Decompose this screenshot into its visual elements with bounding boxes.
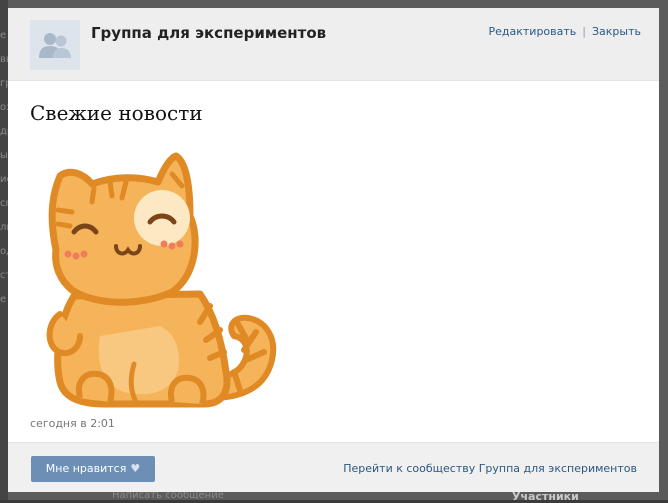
go-to-community-link[interactable]: Перейти к сообществу Группа для эксперим… [343, 462, 637, 475]
bg-text-fragment: ы [0, 150, 8, 161]
like-button-label: Мне нравится [45, 462, 127, 475]
bg-text-fragment: е [0, 30, 7, 41]
post-title: Свежие новости [30, 101, 203, 125]
close-link[interactable]: Закрыть [592, 25, 641, 38]
modal-header: Группа для экспериментов Редактировать | З… [8, 8, 659, 81]
group-avatar-icon [30, 20, 80, 70]
group-name[interactable]: Группа для экспериментов [91, 24, 326, 42]
group-avatar[interactable] [30, 20, 80, 70]
like-button[interactable]: Мне нравится ♥ [31, 456, 155, 482]
cat-sticker-image [34, 146, 290, 408]
header-separator: | [582, 25, 586, 38]
post-modal: Группа для экспериментов Редактировать | З… [8, 8, 659, 492]
edit-link[interactable]: Редактировать [489, 25, 577, 38]
heart-icon: ♥ [130, 462, 141, 475]
cat-sticker-icon [46, 152, 277, 408]
post-timestamp[interactable]: сегодня в 2:01 [30, 417, 115, 430]
header-actions: Редактировать | Закрыть [489, 25, 642, 38]
modal-footer: Мне нравится ♥ Перейти к сообществу Групп… [8, 442, 659, 492]
bg-text-fragment: е [0, 294, 7, 305]
